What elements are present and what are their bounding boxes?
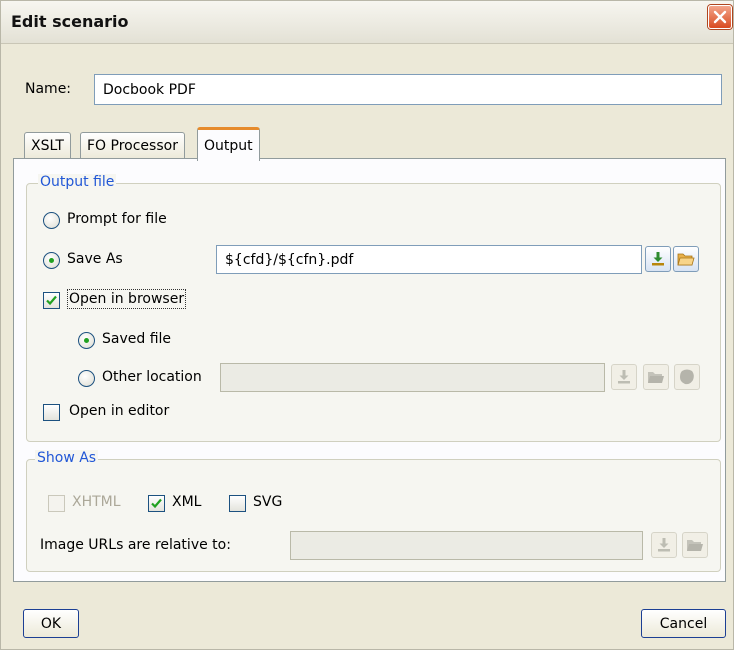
tab-fo-processor[interactable]: FO Processor [80, 132, 185, 159]
xml-label: XML [172, 494, 202, 510]
save-as-radio[interactable] [43, 252, 60, 269]
open-in-browser-label: Open in browser [66, 289, 187, 309]
browse-folder-button[interactable] [673, 246, 699, 272]
name-input[interactable]: Docbook PDF [94, 74, 722, 105]
cancel-button[interactable]: Cancel [641, 609, 726, 638]
insert-editor-variables-icon [618, 370, 630, 384]
tab-xslt-label: XSLT [31, 138, 64, 154]
prompt-for-file-radio[interactable] [43, 212, 60, 229]
tab-output-label: Output [204, 137, 253, 154]
other-location-radio[interactable] [78, 370, 95, 387]
ok-button-label: OK [40, 615, 62, 632]
insert-editor-variables-button[interactable] [645, 246, 671, 272]
tab-xslt[interactable]: XSLT [24, 132, 71, 159]
output-tab-panel: Output file Prompt for file Save As ${cf… [13, 158, 726, 582]
open-in-editor-checkbox[interactable] [43, 404, 60, 421]
image-urls-browse-folder-button[interactable] [682, 532, 708, 558]
name-input-value: Docbook PDF [103, 81, 196, 98]
save-as-label: Save As [67, 251, 123, 267]
image-urls-input[interactable] [290, 531, 643, 560]
xhtml-label: XHTML [72, 494, 121, 510]
checkmark-icon [151, 498, 162, 509]
tab-output[interactable]: Output [197, 127, 260, 161]
svg-checkbox[interactable] [229, 495, 246, 512]
browse-folder-icon [687, 540, 703, 551]
browse-url-icon [680, 369, 694, 385]
insert-editor-variables-icon [652, 252, 664, 266]
cancel-button-label: Cancel [659, 615, 708, 632]
open-in-editor-label: Open in editor [69, 403, 170, 419]
tab-fo-processor-label: FO Processor [87, 138, 178, 154]
other-location-variables-button[interactable] [611, 364, 637, 390]
xhtml-checkbox[interactable] [48, 495, 65, 512]
prompt-for-file-label: Prompt for file [67, 211, 167, 227]
image-urls-label: Image URLs are relative to: [40, 537, 231, 553]
title-bar: Edit scenario [1, 1, 733, 44]
checkmark-icon [46, 295, 57, 306]
xml-checkbox[interactable] [148, 495, 165, 512]
name-label: Name: [25, 81, 72, 97]
other-location-label: Other location [102, 369, 202, 385]
other-location-browse-url-button[interactable] [674, 364, 700, 390]
window-title: Edit scenario [11, 12, 129, 31]
browse-folder-icon [648, 372, 664, 383]
save-as-path-input[interactable]: ${cfd}/${cfn}.pdf [216, 245, 642, 274]
insert-editor-variables-icon [658, 538, 670, 552]
output-file-group-title: Output file [38, 174, 117, 190]
close-button[interactable] [708, 5, 732, 29]
saved-file-radio[interactable] [78, 332, 95, 349]
image-urls-variables-button[interactable] [651, 532, 677, 558]
edit-scenario-dialog: Edit scenario Name: Docbook PDF XSLT FO … [0, 0, 734, 650]
close-icon [713, 10, 727, 24]
other-location-input[interactable] [220, 363, 605, 392]
browse-folder-icon [677, 253, 695, 266]
save-as-path-value: ${cfd}/${cfn}.pdf [225, 251, 354, 268]
open-in-browser-checkbox[interactable] [43, 292, 60, 309]
show-as-group-title: Show As [35, 450, 99, 466]
ok-button[interactable]: OK [23, 609, 79, 638]
other-location-browse-folder-button[interactable] [643, 364, 669, 390]
saved-file-label: Saved file [102, 331, 172, 347]
svg-label: SVG [253, 494, 283, 510]
